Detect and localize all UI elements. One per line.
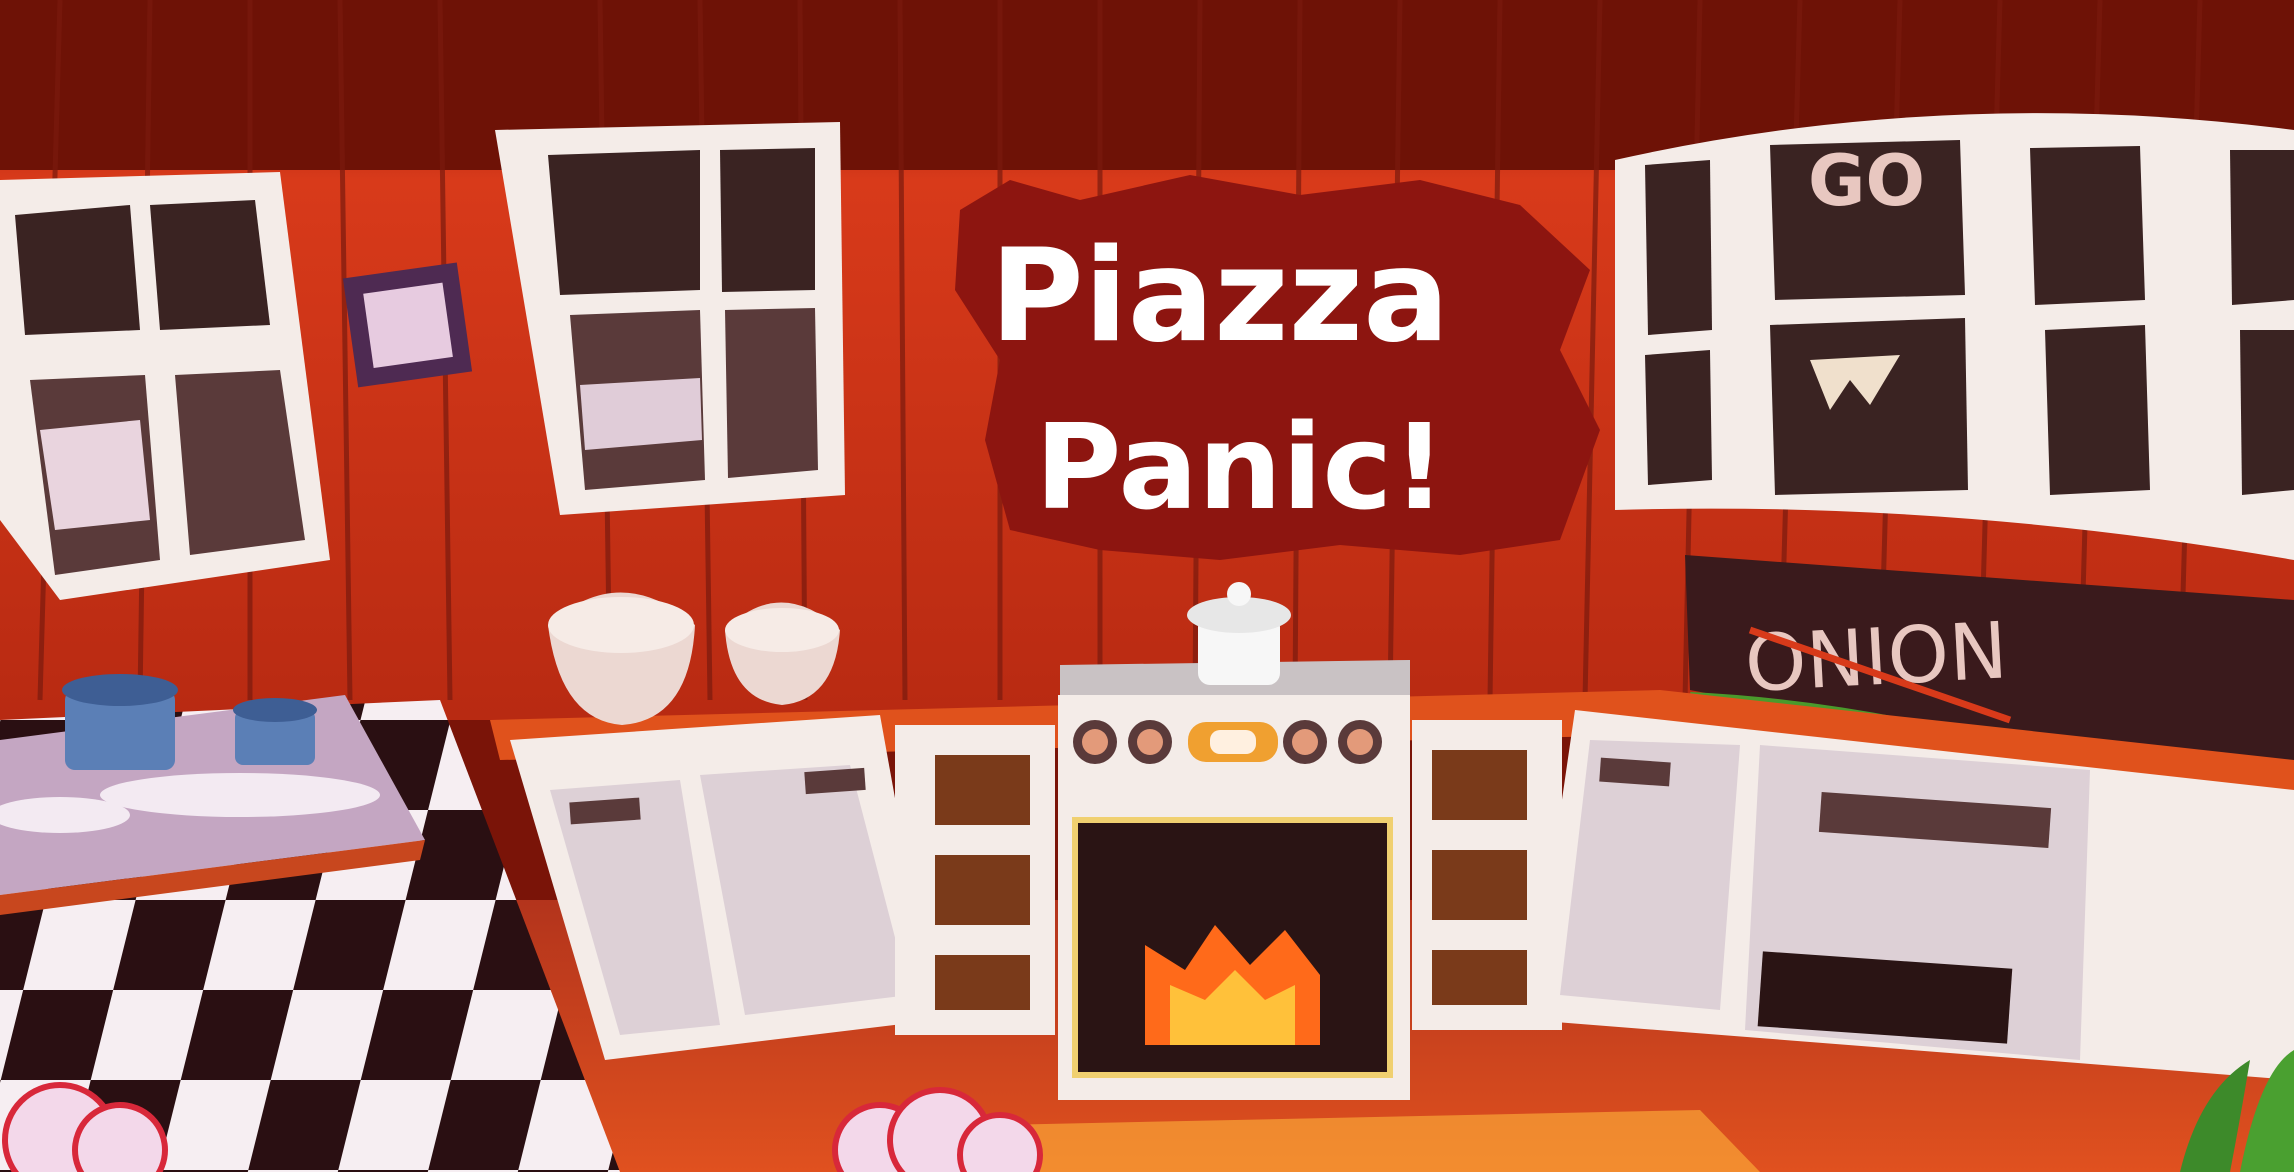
kitchen-scene: GO ONION Piazza Panic!: [0, 0, 2294, 1172]
blue-pot-right: [233, 698, 317, 765]
onion-sign-text: ONION: [1743, 606, 2010, 710]
upper-cabinet-left: [0, 172, 330, 600]
kitchen-illustration: GO ONION Piazza Panic!: [0, 0, 2294, 1172]
title-line-1: Piazza: [990, 222, 1449, 371]
upper-cabinet-right: [1615, 113, 2294, 560]
side-cabinet-left-of-stove: [895, 725, 1055, 1035]
game-title-logo: Piazza Panic!: [955, 175, 1600, 560]
wall-picture: [363, 282, 453, 369]
title-line-2: Panic!: [1035, 398, 1446, 536]
blue-pot-left: [62, 674, 178, 770]
cabinet-face-text: GO: [1808, 140, 1925, 222]
